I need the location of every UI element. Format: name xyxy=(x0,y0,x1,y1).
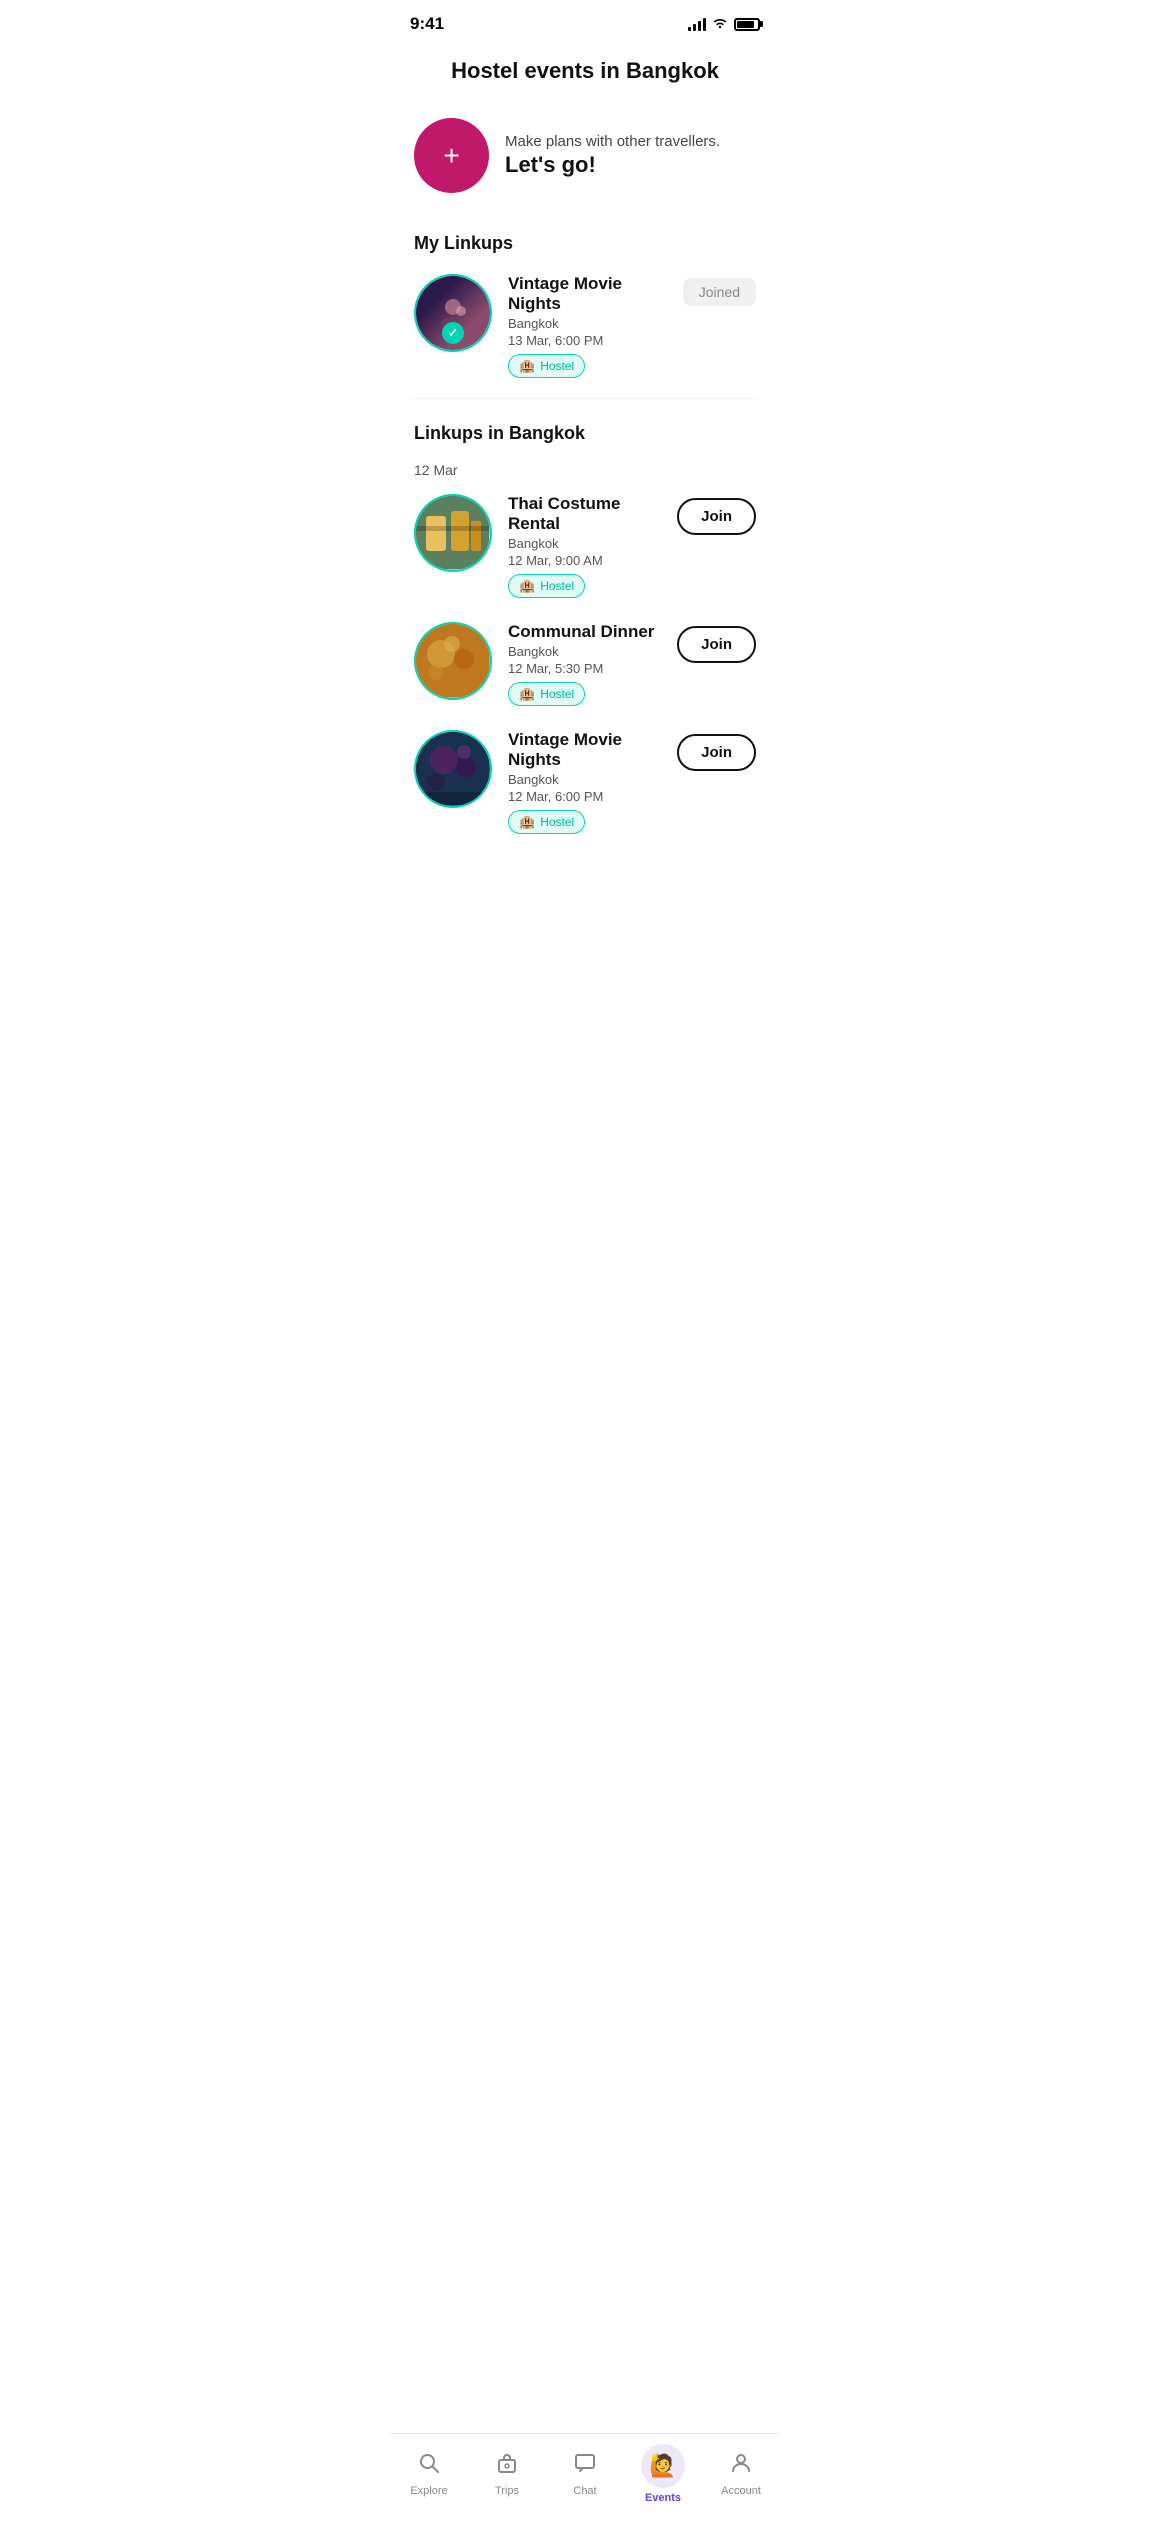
event-action-thai-costume[interactable]: Join xyxy=(677,494,756,535)
status-time: 9:41 xyxy=(410,14,444,34)
join-button-thai-costume[interactable]: Join xyxy=(677,498,756,535)
hostel-badge-communal-dinner: 🏨 Hostel xyxy=(508,682,585,706)
event-location: Bangkok xyxy=(508,316,667,331)
page-title: Hostel events in Bangkok xyxy=(390,40,780,94)
event-details-thai-costume: Thai Costume Rental Bangkok 12 Mar, 9:00… xyxy=(508,494,661,598)
event-details-communal-dinner: Communal Dinner Bangkok 12 Mar, 5:30 PM … xyxy=(508,622,661,706)
event-card-vintage-movie-1[interactable]: ✓ Vintage Movie Nights Bangkok 13 Mar, 6… xyxy=(390,262,780,390)
event-card-communal-dinner[interactable]: Communal Dinner Bangkok 12 Mar, 5:30 PM … xyxy=(390,610,780,718)
hostel-icon: 🏨 xyxy=(519,814,535,830)
plus-icon: + xyxy=(443,142,459,170)
event-image-vintage-movie-2 xyxy=(414,730,492,808)
thai-costume-placeholder xyxy=(416,496,489,569)
event-datetime: 13 Mar, 6:00 PM xyxy=(508,333,667,348)
event-name-thai-costume: Thai Costume Rental xyxy=(508,494,661,534)
create-text: Make plans with other travellers. Let's … xyxy=(505,133,720,178)
event-location-vintage-movie-2: Bangkok xyxy=(508,772,661,787)
event-action-joined: Joined xyxy=(683,274,756,306)
event-image-communal-dinner xyxy=(414,622,492,700)
hostel-icon: 🏨 xyxy=(519,686,535,702)
event-datetime-vintage-movie-2: 12 Mar, 6:00 PM xyxy=(508,789,661,804)
checkmark-badge: ✓ xyxy=(442,322,464,344)
event-location-thai-costume: Bangkok xyxy=(508,536,661,551)
create-banner: + Make plans with other travellers. Let'… xyxy=(390,102,780,209)
linkups-bangkok-header: Linkups in Bangkok xyxy=(390,407,780,452)
bag-icon xyxy=(495,2451,519,2481)
hostel-icon: 🏨 xyxy=(519,578,535,594)
event-details-vintage-movie-1: Vintage Movie Nights Bangkok 13 Mar, 6:0… xyxy=(508,274,667,378)
status-bar: 9:41 xyxy=(390,0,780,40)
create-subtitle: Make plans with other travellers. xyxy=(505,133,720,150)
hostel-badge: 🏨 Hostel xyxy=(508,354,585,378)
create-title: Let's go! xyxy=(505,152,720,178)
signal-icon xyxy=(688,18,706,31)
nav-label-trips: Trips xyxy=(495,2485,519,2497)
event-name-vintage-movie-2: Vintage Movie Nights xyxy=(508,730,661,770)
date-label-12mar: 12 Mar xyxy=(390,452,780,482)
hostel-badge-vintage-movie-2: 🏨 Hostel xyxy=(508,810,585,834)
nav-label-events: Events xyxy=(645,2492,681,2504)
event-datetime-communal-dinner: 12 Mar, 5:30 PM xyxy=(508,661,661,676)
section-divider-1 xyxy=(414,398,756,399)
event-details-vintage-movie-2: Vintage Movie Nights Bangkok 12 Mar, 6:0… xyxy=(508,730,661,834)
bottom-nav: Explore Trips Chat 🙋 Events xyxy=(390,2433,780,2532)
nav-item-events[interactable]: 🙋 Events xyxy=(633,2444,693,2504)
nav-item-account[interactable]: Account xyxy=(711,2451,771,2497)
communal-dinner-placeholder xyxy=(416,624,489,697)
nav-label-chat: Chat xyxy=(573,2485,596,2497)
nav-item-explore[interactable]: Explore xyxy=(399,2451,459,2497)
join-button-vintage-movie-2[interactable]: Join xyxy=(677,734,756,771)
nav-label-explore: Explore xyxy=(410,2485,447,2497)
event-image-vintage-movie-1: ✓ xyxy=(414,274,492,352)
nav-label-account: Account xyxy=(721,2485,761,2497)
battery-icon xyxy=(734,18,760,31)
event-card-thai-costume[interactable]: Thai Costume Rental Bangkok 12 Mar, 9:00… xyxy=(390,482,780,610)
account-icon xyxy=(729,2451,753,2481)
status-icons xyxy=(688,16,760,32)
event-action-vintage-movie-2[interactable]: Join xyxy=(677,730,756,771)
event-image-thai-costume xyxy=(414,494,492,572)
wifi-icon xyxy=(712,16,728,32)
nav-item-trips[interactable]: Trips xyxy=(477,2451,537,2497)
event-location-communal-dinner: Bangkok xyxy=(508,644,661,659)
create-linkup-button[interactable]: + xyxy=(414,118,489,193)
event-action-communal-dinner[interactable]: Join xyxy=(677,622,756,663)
chat-icon xyxy=(573,2451,597,2481)
vintage2-placeholder xyxy=(416,732,489,805)
event-datetime-thai-costume: 12 Mar, 9:00 AM xyxy=(508,553,661,568)
hostel-icon: 🏨 xyxy=(519,358,535,374)
events-icon: 🙋 xyxy=(641,2444,685,2488)
nav-item-chat[interactable]: Chat xyxy=(555,2451,615,2497)
event-name-communal-dinner: Communal Dinner xyxy=(508,622,661,642)
my-linkups-header: My Linkups xyxy=(390,217,780,262)
event-name: Vintage Movie Nights xyxy=(508,274,667,314)
join-button-communal-dinner[interactable]: Join xyxy=(677,626,756,663)
hostel-badge-thai-costume: 🏨 Hostel xyxy=(508,574,585,598)
joined-badge: Joined xyxy=(683,278,756,306)
event-card-vintage-movie-2[interactable]: Vintage Movie Nights Bangkok 12 Mar, 6:0… xyxy=(390,718,780,846)
search-icon xyxy=(417,2451,441,2481)
